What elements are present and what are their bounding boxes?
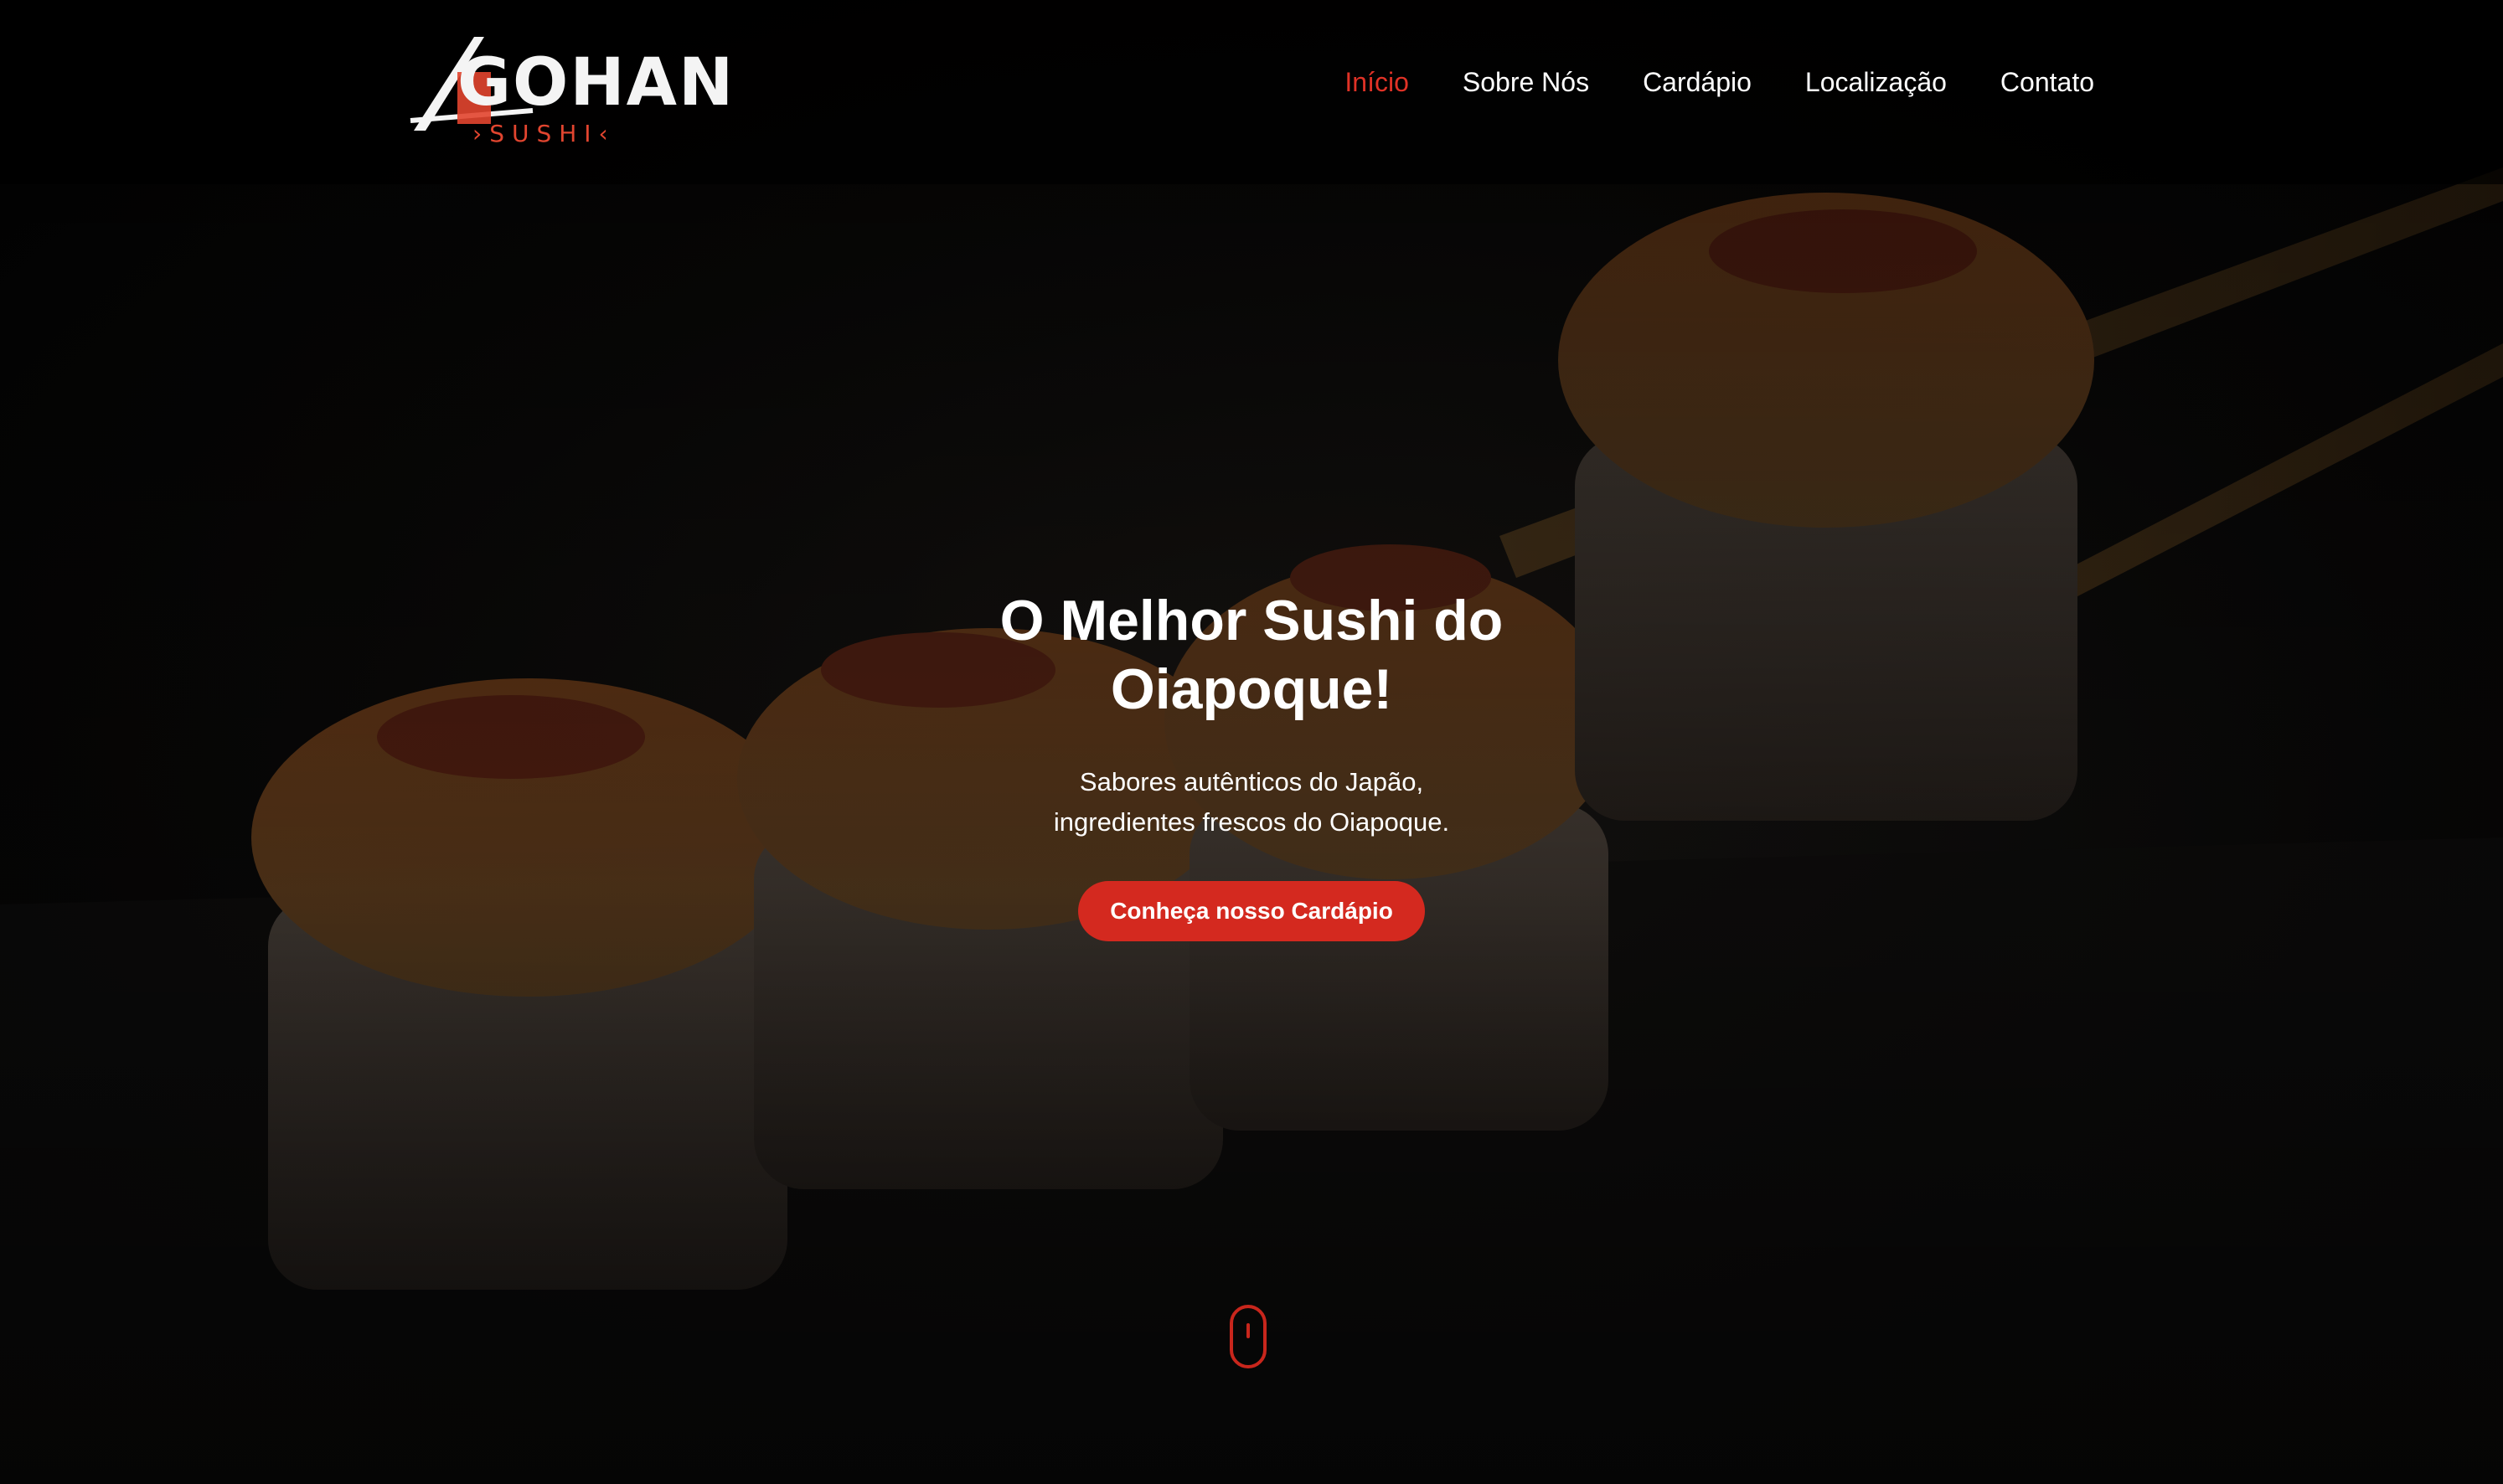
scroll-wheel-dot [1246,1323,1250,1338]
hero-subtitle-line-2: ingredientes frescos do Oiapoque. [1053,807,1450,837]
nav-item-sobre-nos[interactable]: Sobre Nós [1463,65,1589,100]
gohan-sushi-logo[interactable]: GOHAN ›SUSHI‹ [407,30,733,154]
landing-page: GOHAN ›SUSHI‹ Início Sobre Nós Cardápio … [0,0,2503,1484]
hero-subtitle: Sabores autênticos do Japão, ingrediente… [1017,762,1486,842]
mouse-scroll-icon[interactable] [1230,1305,1267,1368]
hero-title: O Melhor Sushi do Oiapoque! [833,586,1670,724]
hero-title-line-2: Oiapoque! [1110,657,1393,721]
main-navigation: Início Sobre Nós Cardápio Localização Co… [1344,65,2094,100]
logo-wordmark: GOHAN [457,45,735,121]
nav-item-cardapio[interactable]: Cardápio [1643,65,1752,100]
hero-subtitle-line-1: Sabores autênticos do Japão, [1079,767,1424,796]
logo-tagline: ›SUSHI‹ [472,120,616,147]
hero-title-line-1: O Melhor Sushi do [999,589,1504,652]
menu-cta-button[interactable]: Conheça nosso Cardápio [1078,881,1425,941]
nav-item-inicio[interactable]: Início [1344,65,1408,100]
hero-section: O Melhor Sushi do Oiapoque! Sabores autê… [833,586,1670,941]
nav-item-contato[interactable]: Contato [2000,65,2094,100]
nav-item-localizacao[interactable]: Localização [1805,65,1947,100]
site-header: GOHAN ›SUSHI‹ Início Sobre Nós Cardápio … [0,0,2503,176]
